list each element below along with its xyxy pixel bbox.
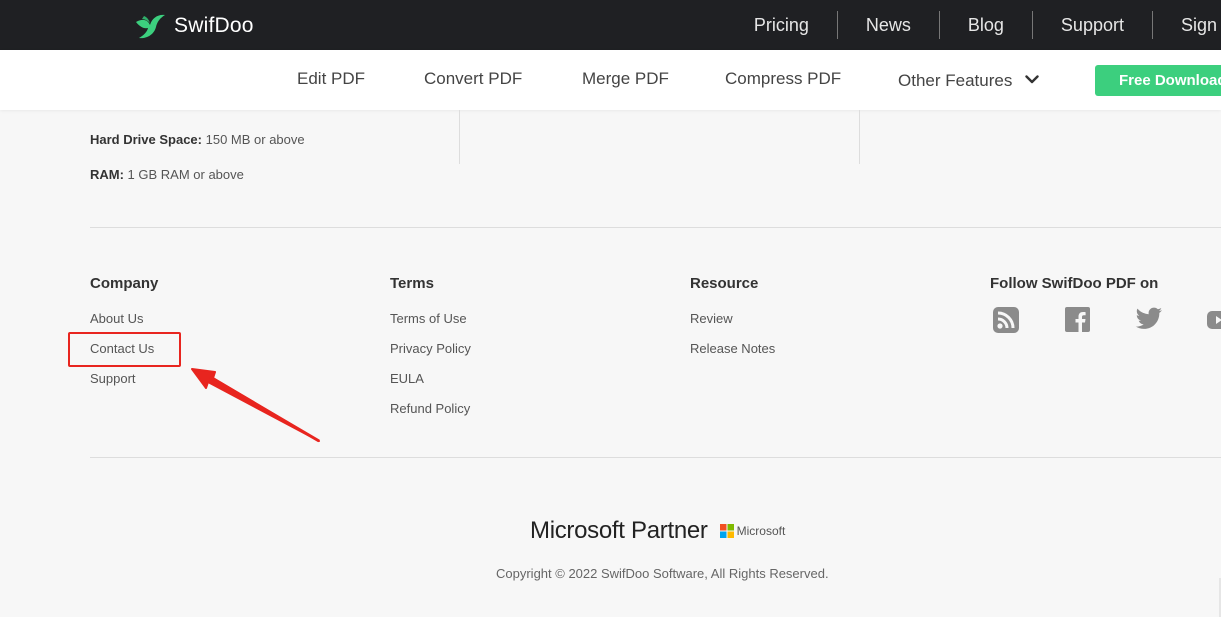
footer-follow: Follow SwifDoo PDF on bbox=[990, 275, 1158, 293]
link-terms-of-use[interactable]: Terms of Use bbox=[390, 311, 467, 326]
free-download-button[interactable]: Free Download bbox=[1095, 65, 1221, 96]
twitter-icon[interactable] bbox=[1135, 307, 1163, 333]
copyright-text: Copyright © 2022 SwifDoo Software, All R… bbox=[496, 566, 829, 581]
microsoft-wordmark: Microsoft bbox=[736, 524, 786, 538]
spec-hard-drive: Hard Drive Space: 150 MB or above bbox=[90, 132, 305, 147]
company-heading: Company bbox=[90, 275, 159, 292]
other-features-label: Other Features bbox=[898, 71, 1013, 90]
link-about-us[interactable]: About Us bbox=[90, 311, 143, 326]
link-refund-policy[interactable]: Refund Policy bbox=[390, 401, 470, 416]
swifdoo-bird-icon bbox=[134, 12, 166, 40]
nav-news[interactable]: News bbox=[838, 11, 940, 39]
terms-heading: Terms bbox=[390, 275, 434, 292]
link-review[interactable]: Review bbox=[690, 311, 733, 326]
section-divider bbox=[90, 227, 1221, 228]
nav-support[interactable]: Support bbox=[1033, 11, 1153, 39]
annotation-highlight-box bbox=[68, 332, 181, 367]
ram-label: RAM: bbox=[90, 167, 124, 182]
nav-convert-pdf[interactable]: Convert PDF bbox=[424, 69, 522, 89]
product-navigation: Edit PDF Convert PDF Merge PDF Compress … bbox=[0, 50, 1221, 110]
link-release-notes[interactable]: Release Notes bbox=[690, 341, 775, 356]
link-support[interactable]: Support bbox=[90, 371, 136, 386]
hdd-value: 150 MB or above bbox=[202, 132, 305, 147]
rss-icon[interactable] bbox=[993, 307, 1019, 333]
nav-compress-pdf[interactable]: Compress PDF bbox=[725, 69, 841, 89]
partner-text: Microsoft Partner bbox=[530, 517, 708, 544]
top-header: SwifDoo Pricing News Blog Support Sign I bbox=[0, 0, 1221, 50]
brand-logo[interactable]: SwifDoo bbox=[134, 12, 254, 40]
nav-sign-in[interactable]: Sign I bbox=[1153, 11, 1221, 39]
link-privacy-policy[interactable]: Privacy Policy bbox=[390, 341, 471, 356]
nav-edit-pdf[interactable]: Edit PDF bbox=[297, 69, 365, 89]
youtube-icon[interactable] bbox=[1207, 307, 1221, 333]
footer-company: Company About Us Contact Us Support bbox=[90, 275, 159, 386]
top-navigation: Pricing News Blog Support Sign I bbox=[726, 0, 1221, 50]
footer-terms: Terms Terms of Use Privacy Policy EULA R… bbox=[390, 275, 471, 416]
nav-pricing[interactable]: Pricing bbox=[726, 11, 838, 39]
follow-heading: Follow SwifDoo PDF on bbox=[990, 275, 1159, 292]
nav-merge-pdf[interactable]: Merge PDF bbox=[582, 69, 669, 89]
section-divider bbox=[90, 457, 1221, 458]
microsoft-logo: Microsoft bbox=[719, 524, 786, 538]
chevron-down-icon bbox=[1025, 69, 1039, 89]
microsoft-windows-icon bbox=[719, 524, 734, 538]
column-divider bbox=[859, 110, 860, 164]
brand-name: SwifDoo bbox=[174, 14, 254, 37]
spec-ram: RAM: 1 GB RAM or above bbox=[90, 167, 244, 182]
ram-value: 1 GB RAM or above bbox=[123, 167, 244, 182]
resource-heading: Resource bbox=[690, 275, 759, 292]
nav-blog[interactable]: Blog bbox=[940, 11, 1033, 39]
facebook-icon[interactable] bbox=[1065, 307, 1090, 332]
column-divider bbox=[459, 110, 460, 164]
footer-resource: Resource Review Release Notes bbox=[690, 275, 775, 356]
hdd-label: Hard Drive Space: bbox=[90, 132, 202, 147]
nav-other-features[interactable]: Other Features bbox=[898, 69, 1039, 91]
link-eula[interactable]: EULA bbox=[390, 371, 424, 386]
microsoft-partner: Microsoft Partner Microsoft bbox=[530, 517, 785, 545]
